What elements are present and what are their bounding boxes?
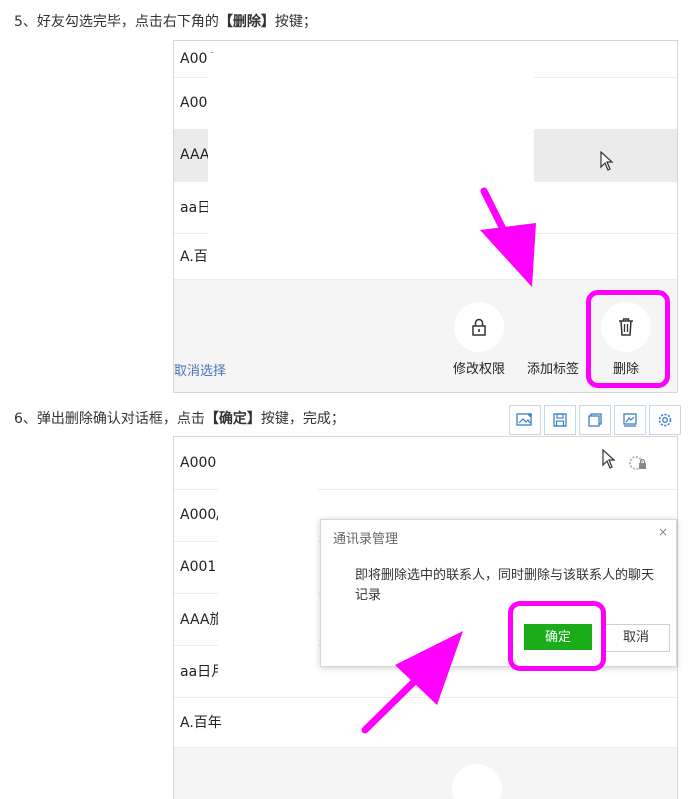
save-button[interactable] xyxy=(544,405,576,435)
loading-lock-icon xyxy=(629,456,646,470)
contact-name: A.百年 xyxy=(180,715,222,731)
step5-bold: 【删除】 xyxy=(218,14,275,30)
dialog-close-button[interactable]: × xyxy=(658,525,668,539)
contact-name: A.百 xyxy=(180,249,208,265)
tag-icon xyxy=(544,318,562,336)
copy-button[interactable] xyxy=(579,405,611,435)
contact-name: A000 xyxy=(180,455,217,471)
contact-name: A001 xyxy=(180,559,217,575)
copy-icon xyxy=(588,413,602,427)
mouse-cursor-icon xyxy=(602,449,616,469)
step6-bold: 【确定】 xyxy=(204,411,261,427)
mouse-cursor-icon xyxy=(600,151,614,171)
step5-text-before: 好友勾选完毕，点击右下角的 xyxy=(36,14,219,30)
image-edit-icon xyxy=(516,413,532,426)
contact-name: AAA旅 xyxy=(180,612,224,628)
highlight-ok xyxy=(508,601,606,671)
step6-number: 6、 xyxy=(14,411,37,427)
edit-permission-button[interactable]: 修改权限 xyxy=(444,302,514,377)
add-tag-label: 添加标签 xyxy=(526,362,579,377)
contact-name: AAA xyxy=(180,147,210,163)
settings-icon xyxy=(658,413,672,427)
step6-text-before: 弹出删除确认对话框，点击 xyxy=(36,411,205,427)
step5-number: 5、 xyxy=(14,14,37,30)
step5-instruction: 5、好友勾选完毕，点击右下角的【删除】按键； xyxy=(14,11,317,31)
add-tag-button[interactable]: 添加标签 xyxy=(518,302,588,377)
image-toolbar xyxy=(509,405,684,435)
step5-text-after: 按键； xyxy=(274,14,317,30)
confirm-cancel-button[interactable]: 取消 xyxy=(602,624,670,652)
picture-icon xyxy=(623,413,637,427)
step6-instruction: 6、弹出删除确认对话框，点击【确定】按键，完成； xyxy=(14,408,345,428)
edit-permission-label: 修改权限 xyxy=(452,362,505,377)
settings-button[interactable] xyxy=(649,405,681,435)
picture-button[interactable] xyxy=(614,405,646,435)
dialog-message: 即将删除选中的联系人，同时删除与该联系人的聊天记录 xyxy=(355,568,655,603)
privacy-mask xyxy=(218,487,318,697)
action-bar xyxy=(174,748,677,799)
dialog-title: 通讯录管理 xyxy=(333,532,399,547)
lock-action-partial[interactable] xyxy=(452,764,502,799)
save-icon xyxy=(553,413,567,427)
step6-text-after: 按键，完成； xyxy=(260,411,345,427)
highlight-delete xyxy=(586,290,670,388)
pointer-arrow-2 xyxy=(361,631,463,734)
image-edit-button[interactable] xyxy=(509,405,541,435)
contact-name: aa日 xyxy=(180,200,212,216)
pointer-arrow-1 xyxy=(480,187,536,287)
lock-icon xyxy=(472,318,486,336)
contact-name: A000/ xyxy=(180,507,222,523)
cancel-selection-link[interactable]: 取消选择 xyxy=(174,360,226,379)
contact-name: A00 xyxy=(180,95,208,111)
